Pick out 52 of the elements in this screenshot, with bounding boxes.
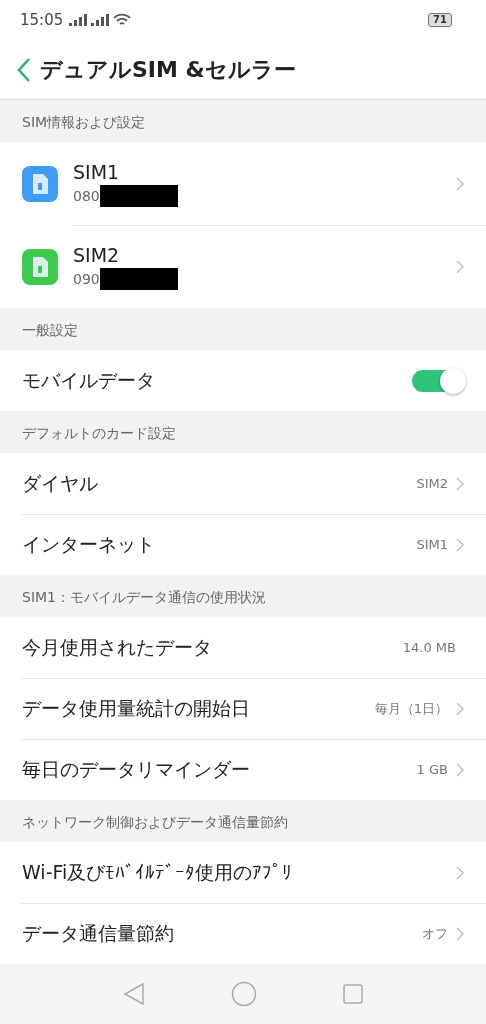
settings-row[interactable]: 毎日のデータリマインダー 1 GB (0, 739, 486, 800)
section-header: デフォルトのカード設定 (21, 424, 177, 443)
chevron-icon (456, 537, 464, 552)
settings-row[interactable]: 今月使用されたデータ 14.0 MB (0, 617, 486, 678)
section-header: 一般設定 (21, 321, 79, 340)
row-label: Wi-Fi及びﾓﾊﾞｲﾙﾃﾞｰﾀ使用のｱﾌﾟﾘ (22, 859, 293, 885)
row-label: ダイヤル (22, 470, 98, 496)
status-time: 15:05 (20, 11, 64, 29)
settings-row[interactable]: データ使用量統計の開始日 毎月（1日） (0, 678, 486, 739)
back-icon[interactable] (16, 56, 32, 83)
row-value: 14.0 MB (402, 640, 456, 655)
settings-row[interactable]: Wi-Fi及びﾓﾊﾞｲﾙﾃﾞｰﾀ使用のｱﾌﾟﾘ (0, 842, 486, 903)
chevron-icon (456, 259, 464, 274)
toggle-switch[interactable] (412, 369, 464, 392)
settings-row[interactable]: SIM1 080 (0, 142, 486, 225)
recents-nav-icon[interactable] (343, 984, 363, 1004)
row-label: 毎日のデータリマインダー (22, 756, 250, 782)
sim-name: SIM2 (73, 243, 121, 266)
row-label: モバイルデータ (22, 367, 155, 393)
signal-icon (91, 14, 110, 26)
chevron-icon (456, 476, 464, 491)
row-label: データ使用量統計の開始日 (22, 695, 250, 721)
row-value: 1 GB (416, 762, 448, 777)
row-value: オフ (422, 924, 448, 943)
row-value: 毎月（1日） (374, 699, 448, 718)
row-label: データ通信量節約 (22, 920, 174, 946)
chevron-icon (456, 701, 464, 716)
settings-row[interactable]: モバイルデータ (0, 350, 486, 411)
settings-row[interactable]: インターネット SIM1 (0, 514, 486, 575)
chevron-icon (456, 762, 464, 777)
row-label: 今月使用されたデータ (22, 634, 212, 660)
phone-number: 090 (73, 270, 100, 287)
settings-row[interactable]: データ通信量節約 オフ (0, 903, 486, 964)
section-header: SIM情報および設定 (21, 113, 147, 132)
chevron-icon (456, 926, 464, 941)
row-value: SIM1 (416, 537, 448, 552)
row-value: SIM2 (416, 476, 448, 491)
chevron-icon (456, 176, 464, 191)
settings-row[interactable]: ダイヤル SIM2 (0, 453, 486, 514)
section-header: SIM1：モバイルデータ通信の使用状況 (21, 588, 267, 607)
settings-row[interactable]: SIM2 090 (0, 225, 486, 308)
wifi-icon (113, 13, 132, 27)
home-nav-icon[interactable] (231, 981, 257, 1007)
back-nav-icon[interactable] (123, 982, 145, 1006)
row-label: インターネット (22, 531, 155, 557)
sim-name: SIM1 (73, 160, 121, 183)
chevron-icon (456, 865, 464, 880)
battery-indicator: 71 (428, 13, 452, 27)
signal-icon (69, 14, 88, 26)
section-header: ネットワーク制御およびデータ通信量節約 (21, 813, 289, 832)
phone-number: 080 (73, 187, 100, 204)
page-title: デュアルSIM &セルラー (40, 55, 296, 84)
